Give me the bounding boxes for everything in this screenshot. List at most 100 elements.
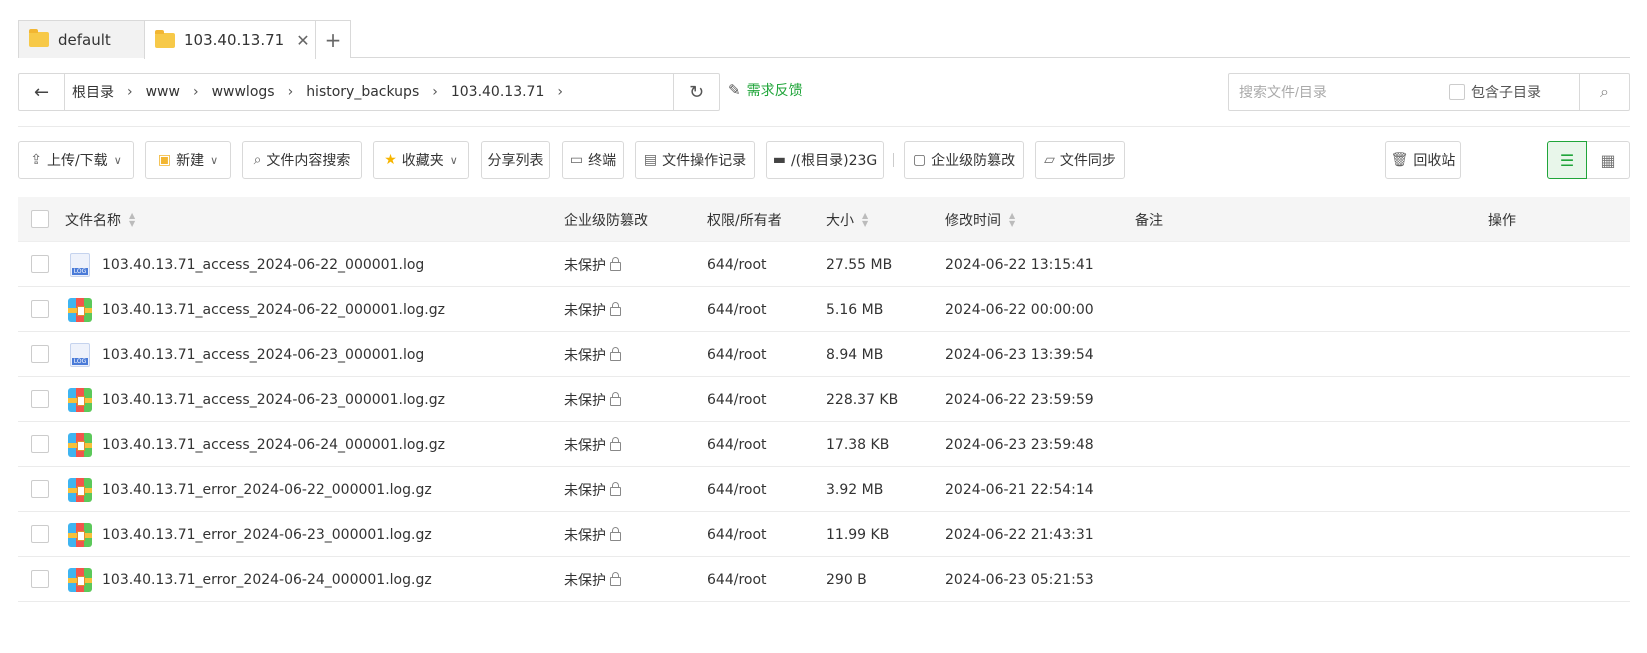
- table-row[interactable]: 103.40.13.71_access_2024-06-23_000001.lo…: [18, 377, 1630, 422]
- tamper-cell[interactable]: 未保护: [564, 422, 621, 467]
- breadcrumb-www[interactable]: www ›: [139, 84, 205, 100]
- permission-cell[interactable]: 644/root: [707, 557, 767, 602]
- arrow-left-icon: ←: [33, 81, 50, 103]
- header-name[interactable]: 文件名称 ▲ ▼: [65, 197, 135, 242]
- file-name-cell[interactable]: 103.40.13.71_error_2024-06-23_000001.log…: [68, 512, 432, 557]
- breadcrumb-current[interactable]: 103.40.13.71 ›: [444, 84, 569, 100]
- add-tab-button[interactable]: +: [315, 20, 351, 58]
- row-checkbox[interactable]: [31, 390, 49, 408]
- table-row[interactable]: 103.40.13.71_error_2024-06-23_000001.log…: [18, 512, 1630, 557]
- tab-current-dir[interactable]: 103.40.13.71 ✕: [144, 20, 316, 59]
- row-checkbox[interactable]: [31, 480, 49, 498]
- permission-cell[interactable]: 644/root: [707, 332, 767, 377]
- size-cell: 8.94 MB: [826, 346, 884, 363]
- file-name-cell[interactable]: 103.40.13.71_error_2024-06-24_000001.log…: [68, 557, 432, 602]
- permission-cell[interactable]: 644/root: [707, 242, 767, 287]
- table-row[interactable]: 103.40.13.71_error_2024-06-22_000001.log…: [18, 467, 1630, 512]
- disk-icon: ▬: [772, 152, 786, 168]
- size-cell: 5.16 MB: [826, 301, 884, 318]
- sort-icon: ▲ ▼: [862, 210, 869, 228]
- tab-label: 103.40.13.71: [184, 31, 285, 49]
- path-bar: ← 根目录 › www › wwwlogs › history_backups › 10…: [18, 73, 720, 111]
- row-checkbox[interactable]: [31, 525, 49, 543]
- tamper-cell[interactable]: 未保护: [564, 287, 621, 332]
- log-file-icon: [70, 252, 90, 277]
- tamper-cell[interactable]: 未保护: [564, 557, 621, 602]
- file-name-cell[interactable]: 103.40.13.71_error_2024-06-22_000001.log…: [68, 467, 432, 512]
- file-name-cell[interactable]: 103.40.13.71_access_2024-06-24_000001.lo…: [68, 422, 445, 467]
- file-name-cell[interactable]: 103.40.13.71_access_2024-06-23_000001.lo…: [68, 377, 445, 422]
- permission-cell[interactable]: 644/root: [707, 422, 767, 467]
- list-view-button[interactable]: ☰: [1547, 141, 1587, 179]
- size-cell: 11.99 KB: [826, 526, 890, 543]
- tamper-cell[interactable]: 未保护: [564, 242, 621, 287]
- row-checkbox[interactable]: [31, 345, 49, 363]
- back-button[interactable]: ←: [19, 74, 65, 110]
- permission-cell[interactable]: 644/root: [707, 467, 767, 512]
- close-icon[interactable]: ✕: [296, 31, 309, 50]
- table-row[interactable]: 103.40.13.71_access_2024-06-22_000001.lo…: [18, 242, 1630, 287]
- favorites-button[interactable]: ★ 收藏夹 ∨: [373, 141, 469, 179]
- header-mtime[interactable]: 修改时间 ▲ ▼: [945, 197, 1015, 242]
- file-list: 103.40.13.71_access_2024-06-22_000001.lo…: [18, 242, 1630, 602]
- row-checkbox[interactable]: [31, 570, 49, 588]
- breadcrumb-root[interactable]: 根目录 ›: [65, 82, 139, 102]
- tab-bar: default 103.40.13.71 ✕ +: [18, 20, 1630, 59]
- chevron-right-icon: ›: [192, 84, 199, 100]
- new-folder-icon: ▣: [157, 152, 172, 168]
- permission-cell[interactable]: 644/root: [707, 512, 767, 557]
- tamper-cell[interactable]: 未保护: [564, 512, 621, 557]
- row-checkbox[interactable]: [31, 255, 49, 273]
- search-input[interactable]: [1239, 75, 1439, 109]
- search-button[interactable]: ⌕: [1579, 74, 1629, 110]
- header-ops: 操作: [1488, 212, 1516, 229]
- select-all-checkbox[interactable]: [31, 210, 49, 228]
- archive-file-icon: [68, 567, 92, 592]
- sort-icon: ▲ ▼: [129, 210, 136, 228]
- include-subdir-checkbox[interactable]: 包含子目录: [1449, 82, 1541, 102]
- file-name-cell[interactable]: 103.40.13.71_access_2024-06-22_000001.lo…: [68, 242, 424, 287]
- table-row[interactable]: 103.40.13.71_access_2024-06-22_000001.lo…: [18, 287, 1630, 332]
- size-cell: 290 B: [826, 571, 867, 588]
- permission-cell[interactable]: 644/root: [707, 377, 767, 422]
- permission-cell[interactable]: 644/root: [707, 287, 767, 332]
- tab-default[interactable]: default: [18, 20, 145, 58]
- upload-icon: ⇪: [30, 152, 42, 168]
- tamper-cell[interactable]: 未保护: [564, 332, 621, 377]
- file-name-cell[interactable]: 103.40.13.71_access_2024-06-23_000001.lo…: [68, 332, 424, 377]
- sync-folder-icon: ▱: [1044, 152, 1055, 168]
- tamper-proof-button[interactable]: ▢ 企业级防篡改: [904, 141, 1024, 179]
- mtime-cell: 2024-06-22 23:59:59: [945, 391, 1094, 408]
- table-row[interactable]: 103.40.13.71_error_2024-06-24_000001.log…: [18, 557, 1630, 602]
- breadcrumb-wwwlogs[interactable]: wwwlogs ›: [205, 84, 300, 100]
- recycle-bin-button[interactable]: 🗑 回收站: [1385, 141, 1461, 179]
- upload-download-button[interactable]: ⇪ 上传/下载 ∨: [18, 141, 134, 179]
- refresh-button[interactable]: ↻: [673, 74, 719, 110]
- file-op-log-button[interactable]: ▤ 文件操作记录: [635, 141, 755, 179]
- toolbar-separator: [893, 153, 894, 167]
- share-list-button[interactable]: 分享列表: [481, 141, 550, 179]
- file-sync-button[interactable]: ▱ 文件同步: [1035, 141, 1125, 179]
- row-checkbox[interactable]: [31, 435, 49, 453]
- grid-view-button[interactable]: ▦: [1587, 141, 1630, 179]
- header-tamper: 企业级防篡改: [564, 212, 648, 229]
- tamper-cell[interactable]: 未保护: [564, 467, 621, 512]
- chevron-right-icon: ›: [432, 84, 438, 100]
- breadcrumb-history-backups[interactable]: history_backups ›: [299, 84, 444, 100]
- row-checkbox[interactable]: [31, 300, 49, 318]
- refresh-icon: ↻: [688, 81, 705, 103]
- terminal-button[interactable]: ▭ 终端: [562, 141, 624, 179]
- new-button[interactable]: ▣ 新建 ∨: [145, 141, 231, 179]
- unlock-icon: [610, 257, 621, 271]
- table-row[interactable]: 103.40.13.71_access_2024-06-24_000001.lo…: [18, 422, 1630, 467]
- header-size[interactable]: 大小 ▲ ▼: [826, 197, 868, 242]
- content-search-button[interactable]: ⌕ 文件内容搜索: [242, 141, 362, 179]
- disk-button[interactable]: ▬ /(根目录)23G: [766, 141, 884, 179]
- mtime-cell: 2024-06-23 13:39:54: [945, 346, 1094, 363]
- tamper-cell[interactable]: 未保护: [564, 377, 621, 422]
- size-cell: 27.55 MB: [826, 256, 893, 273]
- folder-icon: [155, 29, 175, 48]
- feedback-link[interactable]: ✎ 需求反馈: [728, 80, 803, 100]
- file-name-cell[interactable]: 103.40.13.71_access_2024-06-22_000001.lo…: [68, 287, 445, 332]
- table-row[interactable]: 103.40.13.71_access_2024-06-23_000001.lo…: [18, 332, 1630, 377]
